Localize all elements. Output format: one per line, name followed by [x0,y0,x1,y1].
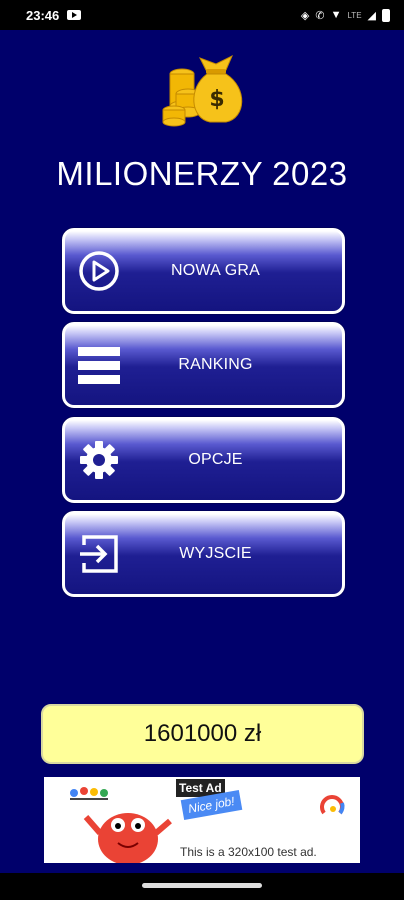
ad-text: This is a 320x100 test ad. [180,845,317,859]
status-time: 23:46 [26,7,60,23]
exit-icon [77,532,121,576]
wifi-call-icon: ✆ [315,9,325,22]
home-gesture-handle[interactable] [142,883,262,888]
svg-text:$: $ [209,87,224,112]
network-type: LTE [347,10,362,20]
money-bag-coins-icon: $ [162,54,243,127]
new-game-button[interactable]: NOWA GRA [62,228,345,314]
status-bar: 23:46 ◈ ✆ ▼ LTE ◢ [0,0,404,30]
gear-icon [77,438,121,482]
prize-amount: 1601000 zł [41,704,364,764]
options-button[interactable]: OPCJE [62,417,345,503]
ad-logo-icon [320,795,345,815]
youtube-notification-icon [67,10,82,20]
list-icon [77,343,121,387]
ad-monster-illustration [70,787,172,863]
signal-icon: ◢ [367,9,376,22]
navigation-bar [0,873,404,900]
exit-button[interactable]: WYJSCIE [62,511,345,597]
data-saver-icon: ◈ [300,9,310,22]
battery-icon [382,8,390,22]
ad-banner[interactable]: Test Ad Nice job! This is a 320x100 test… [44,777,360,863]
play-circle-icon [77,249,121,293]
app-title: MILIONERZY 2023 [56,155,348,192]
ranking-button[interactable]: RANKING [62,322,345,408]
wifi-icon: ▼ [330,9,342,21]
